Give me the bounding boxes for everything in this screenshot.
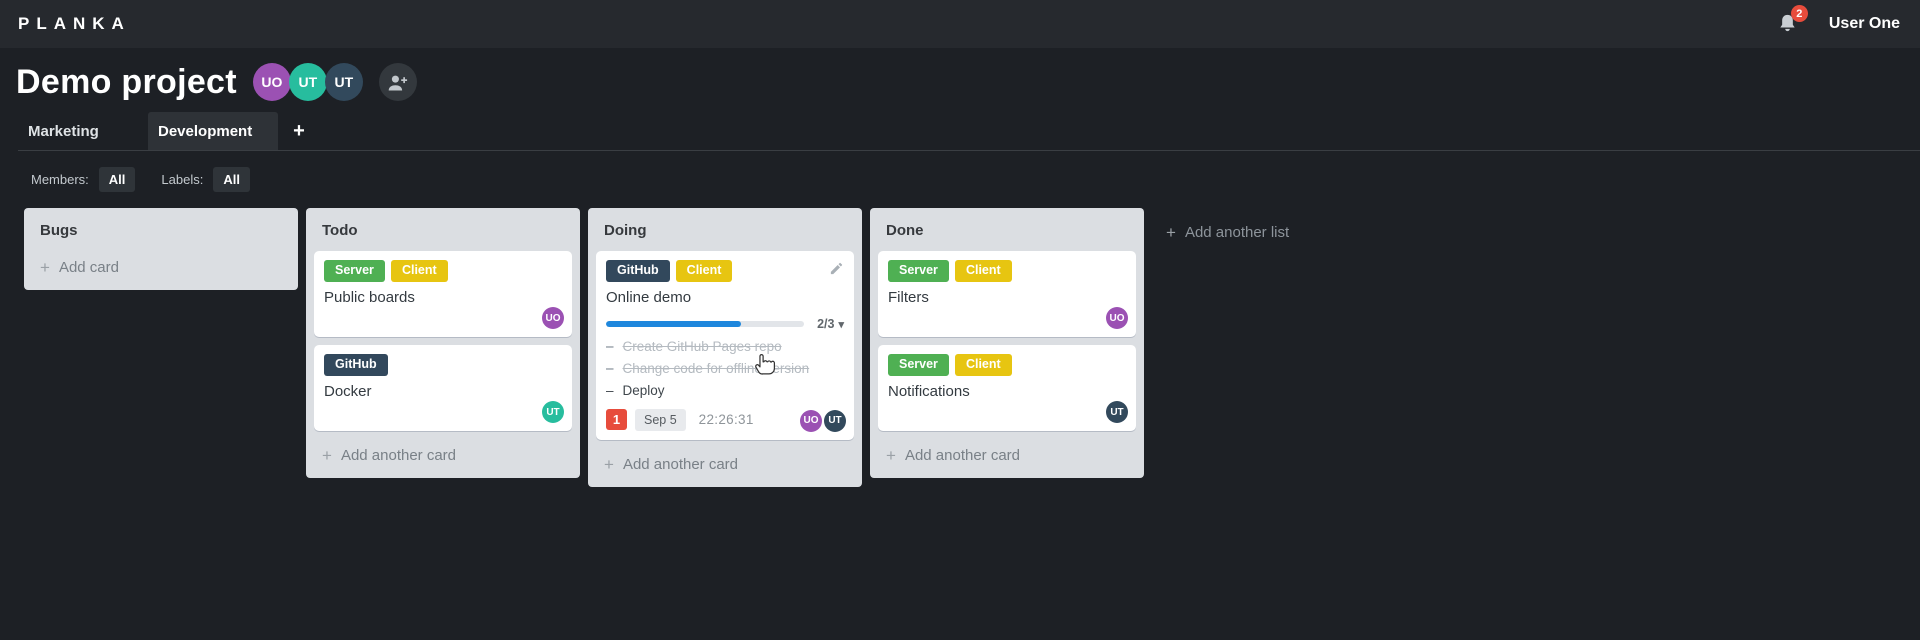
add-card-button[interactable]: + Add another card: [878, 439, 1136, 470]
list: Bugs + Add card: [24, 208, 298, 290]
topbar-right: 2 User One: [1777, 5, 1902, 36]
card-label[interactable]: Server: [324, 260, 385, 282]
list-name[interactable]: Bugs: [32, 216, 290, 251]
card-members: UO: [1104, 307, 1128, 329]
add-card-button[interactable]: + Add card: [32, 251, 290, 282]
card-members: UO: [540, 307, 564, 329]
board-lists: Bugs + Add card Todo Server Client Public boar…: [24, 208, 1152, 487]
card-labels: Server Client: [324, 260, 562, 282]
add-card-label: Add another card: [622, 455, 739, 473]
card-label[interactable]: Client: [675, 260, 733, 282]
board-tabs: Marketing Development +: [0, 112, 1920, 150]
plus-icon: +: [40, 258, 50, 277]
plus-icon: +: [293, 119, 305, 142]
card-member-avatar[interactable]: UO: [800, 409, 822, 432]
card[interactable]: GitHub Docker UT: [314, 345, 572, 431]
card[interactable]: Server Client Filters UO: [878, 251, 1136, 337]
project-members: UO UT UT: [252, 63, 363, 101]
list-name[interactable]: Done: [878, 216, 1136, 251]
topbar: PLANKA 2 User One: [0, 0, 1920, 48]
progress-track: [606, 320, 805, 327]
card-members: UO UT: [798, 409, 846, 432]
tab-label: Development: [158, 122, 253, 140]
task-progress: 2/3 ▾: [606, 317, 844, 331]
edit-card-button[interactable]: [829, 261, 844, 276]
caret-down-icon: ▾: [838, 318, 844, 331]
add-card-label: Add another card: [340, 447, 457, 464]
card-label[interactable]: Client: [390, 260, 448, 282]
card-label[interactable]: Server: [888, 354, 949, 376]
card-title: Docker: [324, 382, 372, 400]
tab-development[interactable]: Development: [148, 112, 278, 150]
card-title: Online demo: [606, 288, 692, 306]
user-menu[interactable]: User One: [1829, 15, 1900, 33]
card[interactable]: Server Client Public boards UO: [314, 251, 572, 337]
card-labels: GitHub Client: [606, 260, 844, 282]
plus-icon: +: [322, 446, 332, 465]
card-task: Change code for offline version: [606, 358, 844, 380]
card-member-avatar[interactable]: UT: [542, 401, 564, 423]
list-name[interactable]: Todo: [314, 216, 572, 251]
pencil-icon: [830, 262, 843, 275]
user-add-icon: [389, 75, 408, 90]
card-member-avatar[interactable]: UT: [1106, 401, 1128, 423]
members-filter-label: Members:: [31, 172, 89, 187]
card-title: Filters: [888, 288, 929, 306]
add-board-button[interactable]: +: [278, 112, 320, 150]
card-labels: Server Client: [888, 354, 1126, 376]
card-member-avatar[interactable]: UO: [542, 307, 564, 329]
card-label[interactable]: Client: [954, 260, 1012, 282]
progress-fill: [606, 320, 741, 327]
card-label[interactable]: GitHub: [606, 260, 670, 282]
labels-filter-value[interactable]: All: [213, 167, 250, 192]
card-members: UT: [540, 401, 564, 423]
avatar[interactable]: UT: [288, 63, 327, 101]
board: Bugs + Add card Todo Server Client Public boar…: [0, 204, 1920, 487]
avatar[interactable]: UT: [324, 63, 363, 101]
list: Doing GitHubClient Online demo 2/3▾ Create G…: [588, 208, 862, 487]
add-card-button[interactable]: + Add another card: [314, 439, 572, 470]
add-member-button[interactable]: [378, 63, 417, 101]
list-name[interactable]: Doing: [596, 216, 854, 251]
card[interactable]: Server Client Notifications UT: [878, 345, 1136, 431]
project-header: Demo project UO UT UT: [0, 48, 1920, 106]
card-labels: GitHub: [324, 354, 562, 376]
plus-icon: +: [604, 454, 614, 474]
list: Done Server Client Filters UO Server Client Not…: [870, 208, 1144, 478]
card[interactable]: GitHubClient Online demo 2/3▾ Create GitHub…: [596, 251, 854, 440]
members-filter-value[interactable]: All: [98, 167, 136, 192]
card-task: Create GitHub Pages repo: [606, 336, 844, 358]
card-labels: Server Client: [888, 260, 1126, 282]
add-list-button[interactable]: + Add another list: [1152, 208, 1303, 255]
timer-badge[interactable]: 22:26:31: [699, 412, 754, 427]
card-notification-badge: 1: [606, 409, 627, 431]
notifications-button[interactable]: 2: [1777, 5, 1808, 36]
progress-count[interactable]: 2/3 ▾: [817, 317, 844, 331]
add-card-button[interactable]: + Add another card: [596, 448, 854, 479]
tab-label: Marketing: [28, 122, 99, 140]
labels-filter-label: Labels:: [161, 172, 204, 187]
card-members: UT: [1104, 401, 1128, 423]
card-task: Deploy: [606, 380, 844, 402]
planka-logo[interactable]: PLANKA: [18, 14, 131, 34]
list: Todo Server Client Public boards UO GitHub Doc…: [306, 208, 580, 478]
page-title[interactable]: Demo project: [16, 63, 237, 102]
plus-icon: +: [886, 446, 896, 465]
add-list-label: Add another list: [1184, 224, 1290, 241]
plus-icon: +: [1166, 223, 1176, 242]
card-member-avatar[interactable]: UT: [824, 409, 846, 432]
tab-marketing[interactable]: Marketing: [18, 112, 148, 150]
notification-badge: 2: [1790, 5, 1808, 22]
card-label[interactable]: GitHub: [324, 354, 388, 376]
add-card-label: Add card: [58, 259, 119, 276]
avatar[interactable]: UO: [252, 63, 291, 101]
card-title: Public boards: [324, 288, 415, 306]
filter-bar: Members: All Labels: All: [0, 151, 1920, 204]
card-member-avatar[interactable]: UO: [1106, 307, 1128, 329]
card-title: Notifications: [888, 382, 970, 400]
add-card-label: Add another card: [904, 447, 1021, 464]
card-label[interactable]: Client: [954, 354, 1012, 376]
card-label[interactable]: Server: [888, 260, 949, 282]
due-date-badge[interactable]: Sep 5: [635, 408, 686, 431]
